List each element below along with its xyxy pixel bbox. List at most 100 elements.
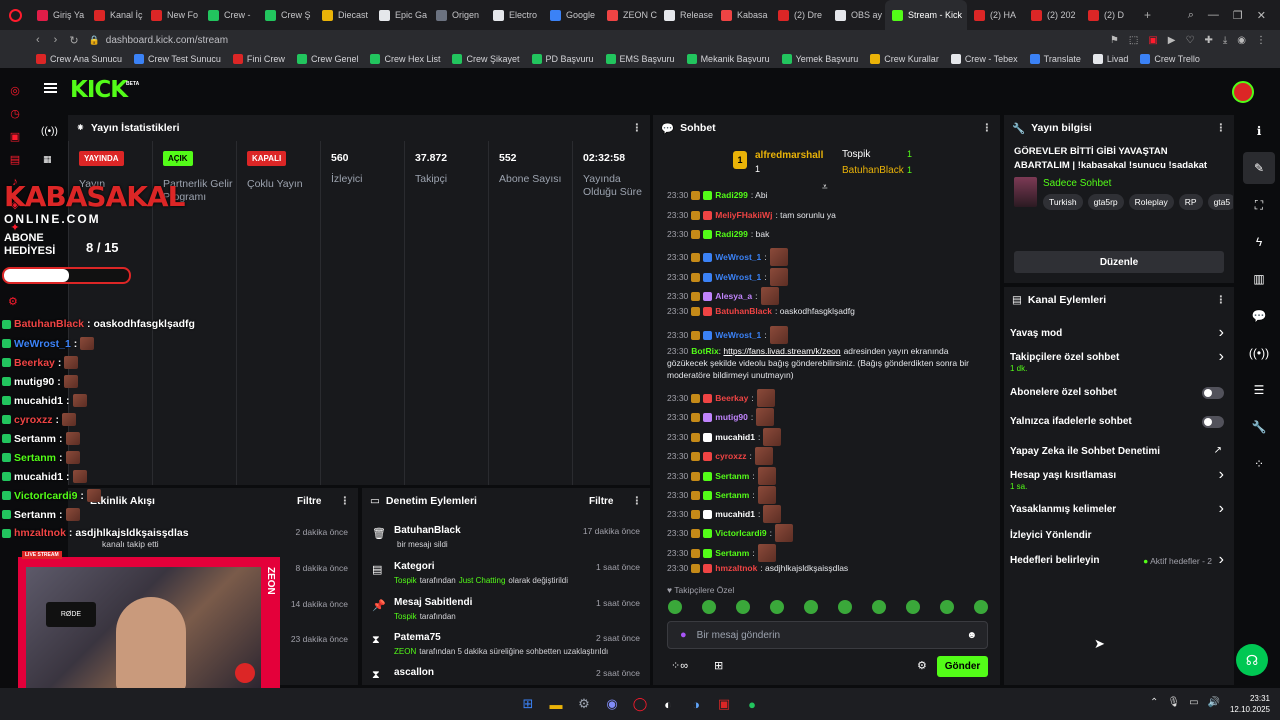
chat-username[interactable]: WeWrost_1 [715, 330, 761, 340]
info-menu-icon[interactable]: ⋮ [1216, 122, 1227, 134]
mod-action-user[interactable]: Tospik [394, 576, 417, 585]
chat-settings-icon[interactable]: ⚙ [917, 659, 927, 672]
top-user-1[interactable]: alfredmarshall [755, 150, 823, 161]
discord-icon[interactable]: ◉ [601, 693, 623, 715]
bookmark-item[interactable]: Crew Genel [296, 54, 358, 64]
browser-tab[interactable]: ZEON C [600, 0, 657, 30]
category-name[interactable]: Sadece Sohbet [1043, 178, 1233, 189]
extensions-icon[interactable]: ✚ [1204, 35, 1212, 46]
tag-chip[interactable]: Roleplay [1128, 194, 1174, 210]
broadcast-icon[interactable]: ((•)) [1243, 337, 1275, 369]
url-field[interactable]: dashboard.kick.com/stream [106, 35, 228, 46]
chat-username[interactable]: MeliyFHakiiWj [715, 210, 772, 220]
bookmark-item[interactable]: Crew - Tebex [950, 54, 1018, 64]
browser-tab[interactable]: Crew Ş [258, 0, 315, 30]
tag-chip[interactable]: Turkish [1043, 194, 1083, 210]
emoji-icon[interactable]: ☻ [966, 630, 977, 641]
emote-button[interactable] [736, 600, 750, 614]
close-window-icon[interactable]: ✕ [1257, 9, 1266, 22]
bookmark-item[interactable]: PD Başvuru [531, 54, 594, 64]
heart-icon[interactable]: ♡ [1185, 35, 1194, 46]
file-explorer-icon[interactable]: ▬ [545, 693, 567, 715]
channel-action-item[interactable]: Yasaklanmış kelimeler › [1010, 500, 1228, 527]
bookmark-item[interactable]: Translate [1029, 54, 1081, 64]
browser-tab[interactable]: Electro [486, 0, 543, 30]
emote-button[interactable] [770, 600, 784, 614]
channel-action-item[interactable]: Yalnızca ifadelerle sohbet [1010, 415, 1228, 439]
spotify-icon[interactable]: ● [741, 693, 763, 715]
mod-action-user[interactable]: ZEON [394, 647, 416, 656]
bookmark-item[interactable]: Fini Crew [232, 54, 285, 64]
channel-action-item[interactable]: Yapay Zeka ile Sohbet Denetimi ↗ [1010, 445, 1228, 469]
back-icon[interactable]: ‹ [36, 34, 40, 46]
settings-app-icon[interactable]: ⚙ [573, 693, 595, 715]
tray-network-icon[interactable]: ▭ [1189, 697, 1198, 708]
bookmark-item[interactable]: Livad [1092, 54, 1128, 64]
avatar[interactable] [1232, 81, 1254, 103]
search-tabs-icon[interactable]: ⌕ [1188, 9, 1194, 22]
mod-action-item[interactable]: 📌 Mesaj Sabitlendi Tospik tarafından 1 saat … [370, 596, 642, 628]
game-launcher-icon[interactable]: ▣ [713, 693, 735, 715]
bookmark-item[interactable]: Crew Şikayet [452, 54, 520, 64]
chat-username[interactable]: Beerkay [715, 393, 748, 403]
browser-tab[interactable]: New Fo [144, 0, 201, 30]
emote-button[interactable] [804, 600, 818, 614]
youtube-icon[interactable]: ▣ [10, 130, 20, 143]
emote-button[interactable] [668, 600, 682, 614]
emote-button[interactable] [872, 600, 886, 614]
browser-tab[interactable]: (2) D [1081, 0, 1138, 30]
tag-chip[interactable]: gta5rp [1087, 194, 1124, 210]
top-user-3[interactable]: BatuhanBlack [842, 165, 904, 176]
chat-username[interactable]: Radi299 [715, 190, 748, 200]
tag-chip[interactable]: RP [1178, 194, 1203, 210]
chat-username[interactable]: Sertanm [715, 548, 749, 558]
pinned-collapse-icon[interactable]: ⩡ [822, 182, 828, 193]
aria-icon[interactable]: ◎ [10, 84, 20, 97]
list-icon[interactable]: ☰ [1243, 374, 1275, 406]
stream-icon[interactable]: ((•)) [41, 126, 58, 137]
channel-action-item[interactable]: Hedefleri belirleyin ● Aktif hedefler - 2… [1010, 551, 1228, 578]
tray-mic-icon[interactable]: 🎙 [1167, 697, 1180, 708]
browser-tab[interactable]: Origen [429, 0, 486, 30]
extension-icon[interactable]: ⚑ [1110, 35, 1119, 46]
bookmark-item[interactable]: EMS Başvuru [605, 54, 675, 64]
toggle-switch[interactable] [1202, 387, 1224, 399]
browser-tab[interactable]: Google [543, 0, 600, 30]
bookmark-item[interactable]: Crew Kurallar [870, 54, 939, 64]
kick-logo[interactable]: KICK [70, 77, 128, 103]
mod-menu-icon[interactable]: ⋮ [632, 495, 643, 507]
chat-link[interactable]: https://fans.livad.stream/k/zeon [723, 346, 840, 356]
browser-tab[interactable]: (2) Dre [771, 0, 828, 30]
browser-tab[interactable]: Kanal İç [87, 0, 144, 30]
chat-input[interactable]: ● Bir mesaj gönderin ☻ [667, 621, 988, 649]
snapshot-icon[interactable]: ⬚ [1129, 35, 1138, 46]
browser-tab[interactable]: Crew - [201, 0, 258, 30]
minimize-icon[interactable]: — [1208, 9, 1219, 22]
layout-icon[interactable]: ▦ [43, 154, 52, 165]
emote-button[interactable] [702, 600, 716, 614]
player-icon[interactable]: ▶ [1168, 35, 1176, 46]
chat-username[interactable]: Alesya_a [715, 291, 752, 301]
emote-button[interactable] [906, 600, 920, 614]
chat-username[interactable]: cyroxzz [715, 451, 746, 461]
browser-tab[interactable]: (2) 202 [1024, 0, 1081, 30]
browser-tab[interactable]: Giriş Ya [30, 0, 87, 30]
forward-icon[interactable]: › [54, 34, 58, 46]
stats-menu-icon[interactable]: ⋮ [632, 122, 643, 134]
channel-action-item[interactable]: Abonelere özel sohbet [1010, 386, 1228, 410]
edit-icon[interactable]: ✎ [1243, 152, 1275, 184]
opera-menu-icon[interactable] [0, 0, 30, 30]
twitch-icon[interactable]: ▤ [10, 153, 20, 166]
system-clock[interactable]: 23:31 12.10.2025 [1230, 693, 1270, 715]
browser-tab[interactable]: Epic Ga [372, 0, 429, 30]
mod-action-user[interactable]: Tospik [394, 612, 417, 621]
apps-icon[interactable]: ⁘ [1243, 448, 1275, 480]
tray-chevron-icon[interactable]: ⌃ [1150, 697, 1158, 708]
chat-username[interactable]: WeWrost_1 [715, 252, 761, 262]
mod-action-item[interactable]: ⧗ Patema75 ZEON tarafından 5 dakika süreliğ… [370, 631, 642, 663]
browser-tab[interactable]: OBS ay [828, 0, 885, 30]
browser-tab[interactable]: Release [657, 0, 714, 30]
settings-icon[interactable]: ⚙ [8, 295, 18, 308]
support-headset-icon[interactable]: ☊ [1236, 644, 1268, 676]
chat-username[interactable]: mucahid1 [715, 432, 755, 442]
